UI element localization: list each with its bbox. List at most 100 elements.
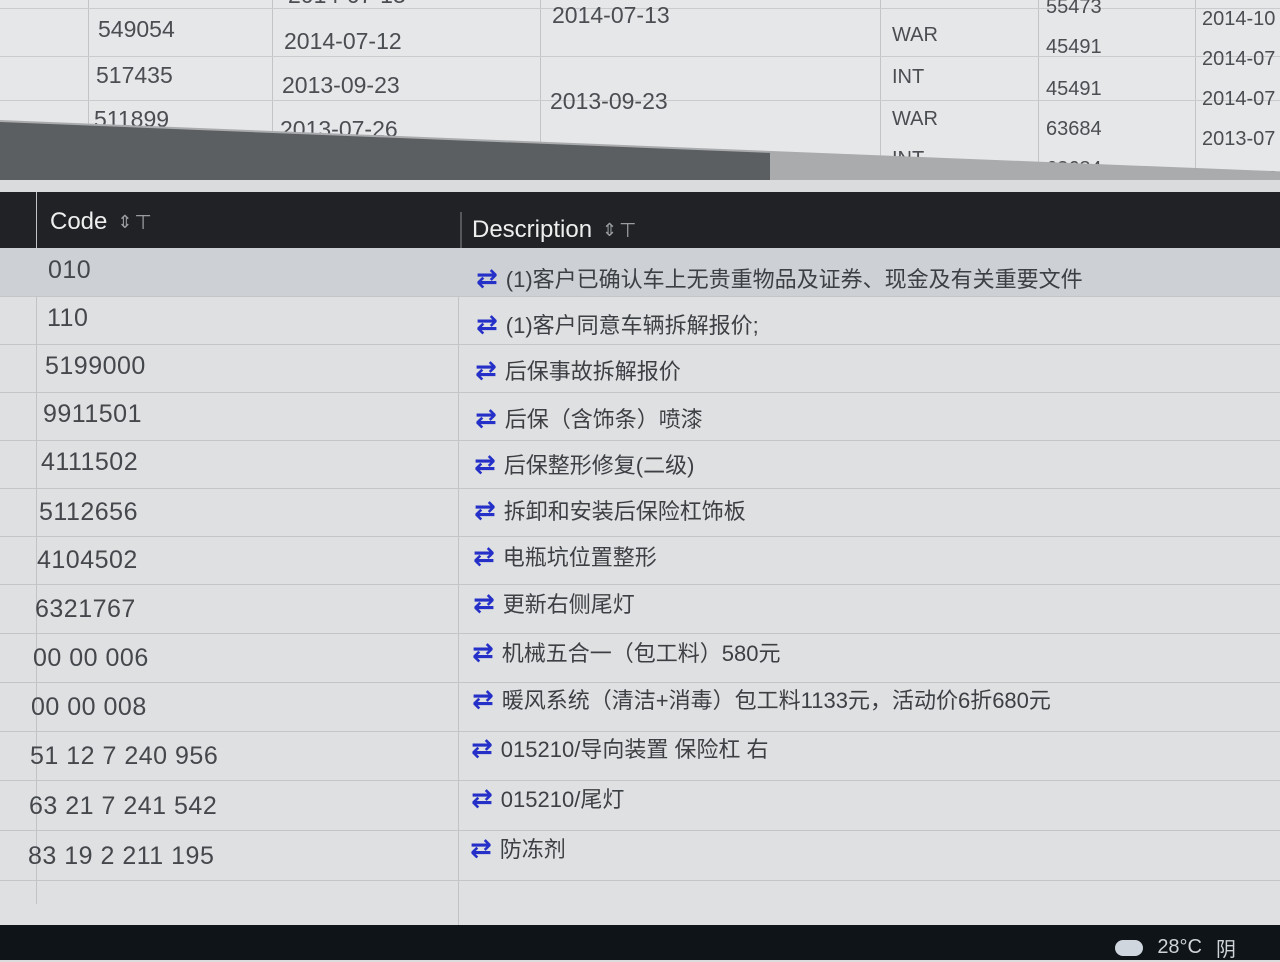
column-header-description[interactable]: Description ⇕ ⊤ — [472, 210, 637, 250]
swap-arrows-icon[interactable]: ⇄ — [474, 497, 496, 523]
cell-description: ⇄ (1)客户同意车辆拆解报价; — [476, 308, 759, 340]
cell-code: 00 00 008 — [31, 693, 147, 721]
swap-arrows-icon[interactable]: ⇄ — [471, 785, 493, 811]
description-text: 更新右侧尾灯 — [502, 592, 635, 617]
description-text: 015210/导向装置 保险杠 右 — [500, 737, 769, 762]
cell-code: 4111502 — [41, 448, 139, 476]
cell-type[interactable]: WAR — [892, 108, 938, 131]
filter-icon[interactable]: ⊤ — [619, 218, 636, 243]
table-row[interactable]: 5199000 ⇄ 后保事故拆解报价 — [0, 344, 1280, 393]
swap-arrows-icon[interactable]: ⇄ — [475, 357, 497, 383]
table-row[interactable]: 4104502 ⇄ 电瓶坑位置整形 — [0, 536, 1280, 585]
description-text: 后保事故拆解报价 — [504, 359, 681, 384]
cell-date[interactable]: 2013-07 — [1202, 128, 1275, 151]
sort-icon[interactable]: ⇕ — [602, 220, 617, 241]
swap-arrows-icon[interactable]: ⇄ — [475, 405, 497, 431]
cell-code: 5112656 — [39, 498, 138, 526]
column-resize-handle[interactable] — [460, 212, 462, 252]
table-row[interactable]: 010 ⇄ (1)客户已确认车上无贵重物品及证券、现金及有关重要文件 — [0, 248, 1280, 297]
cell-date[interactable]: 2014-07 — [1202, 88, 1275, 111]
description-text: 拆卸和安装后保险杠饰板 — [503, 499, 746, 524]
cell-date[interactable]: 2013-09-23 — [550, 88, 668, 115]
table-header: Code ⇕ ⊤ Description ⇕ ⊤ — [0, 192, 1280, 252]
table-row[interactable]: 9911501 ⇄ 后保（含饰条）喷漆 — [0, 392, 1280, 441]
description-text: (1)客户同意车辆拆解报价; — [505, 313, 759, 338]
table-row[interactable]: 110 ⇄ (1)客户同意车辆拆解报价; — [0, 296, 1280, 345]
cell-description: ⇄ 机械五合一（包工料）580元 — [472, 636, 781, 668]
swap-arrows-icon[interactable]: ⇄ — [476, 265, 498, 291]
table-row[interactable]: 00 00 008 ⇄ 暖风系统（清洁+消毒）包工料1133元，活动价6折680… — [0, 683, 1280, 732]
filter-icon[interactable]: ⊤ — [134, 210, 151, 235]
cell-code: 9911501 — [43, 400, 142, 428]
cell-code: 83 19 2 211 195 — [28, 842, 215, 870]
column-header-code[interactable]: Code ⇕ ⊤ — [50, 202, 152, 242]
swap-arrows-icon[interactable]: ⇄ — [473, 590, 495, 616]
cell-description: ⇄ 015210/尾灯 — [471, 782, 624, 814]
cell-code: 63 21 7 241 542 — [29, 792, 218, 820]
cell-code: 00 00 006 — [33, 644, 149, 672]
description-text: 机械五合一（包工料）580元 — [501, 641, 781, 666]
cell-code: 6321767 — [35, 595, 136, 623]
swap-arrows-icon[interactable]: ⇄ — [470, 835, 492, 861]
cell-description: ⇄ 后保整形修复(二级) — [474, 448, 694, 480]
temperature: 28°C — [1157, 936, 1202, 958]
cell-code: 51 12 7 240 956 — [30, 742, 219, 770]
swap-arrows-icon[interactable]: ⇄ — [473, 543, 495, 569]
weather-widget[interactable]: 28°C 阴 — [1115, 933, 1236, 962]
cell-code: 110 — [47, 304, 89, 332]
swap-arrows-icon[interactable]: ⇄ — [471, 735, 493, 761]
cell-description: ⇄ 后保（含饰条）喷漆 — [475, 402, 703, 434]
table-row[interactable]: 4111502 ⇄ 后保整形修复(二级) — [0, 440, 1280, 489]
cell-description: ⇄ 拆卸和安装后保险杠饰板 — [474, 494, 746, 526]
cell-type[interactable]: INT — [892, 66, 924, 89]
swap-arrows-icon[interactable]: ⇄ — [472, 639, 494, 665]
cell-code[interactable]: 517435 — [96, 62, 173, 89]
weather-condition: 阴 — [1216, 939, 1236, 961]
cell-code[interactable]: 549054 — [98, 16, 175, 43]
column-header-label: Code — [50, 208, 108, 235]
cell-description: ⇄ 防冻剂 — [470, 832, 566, 864]
cell-description: ⇄ (1)客户已确认车上无贵重物品及证券、现金及有关重要文件 — [476, 262, 1083, 294]
table-row[interactable]: 5112656 ⇄ 拆卸和安装后保险杠饰板 — [0, 488, 1280, 537]
cell-code: 010 — [48, 256, 92, 284]
description-text: (1)客户已确认车上无贵重物品及证券、现金及有关重要文件 — [505, 267, 1083, 292]
column-divider — [880, 0, 881, 180]
description-text: 后保整形修复(二级) — [503, 453, 695, 478]
cell-date[interactable]: 2014-07-12 — [284, 28, 402, 55]
description-text: 电瓶坑位置整形 — [502, 545, 657, 570]
swap-arrows-icon[interactable]: ⇄ — [476, 311, 498, 337]
cell-code: 4104502 — [37, 546, 138, 574]
cell-description: ⇄ 015210/导向装置 保险杠 右 — [471, 732, 769, 764]
swap-arrows-icon[interactable]: ⇄ — [474, 451, 496, 477]
description-text: 015210/尾灯 — [500, 787, 625, 812]
table-row[interactable]: 51 12 7 240 956 ⇄ 015210/导向装置 保险杠 右 — [0, 732, 1280, 781]
cell-type[interactable]: WAR — [892, 24, 938, 47]
upper-table: 2014-07-13 55473 2014-10 549054 2014-07-… — [0, 0, 1280, 180]
table-row[interactable]: 63 21 7 241 542 ⇄ 015210/尾灯 — [0, 782, 1280, 831]
cell-description: ⇄ 更新右侧尾灯 — [473, 587, 635, 619]
cell-code: 5199000 — [45, 352, 146, 380]
swap-arrows-icon[interactable]: ⇄ — [472, 686, 494, 712]
cell-description: ⇄ 电瓶坑位置整形 — [473, 540, 657, 572]
table-row[interactable]: 00 00 006 ⇄ 机械五合一（包工料）580元 — [0, 634, 1280, 683]
cell-number[interactable]: 45491 — [1046, 78, 1102, 101]
cell-description: ⇄ 后保事故拆解报价 — [475, 354, 681, 386]
code-description-table: Code ⇕ ⊤ Description ⇕ ⊤ 010 ⇄ (1)客户已确认车… — [0, 192, 1280, 960]
cell-number[interactable]: 45491 — [1046, 36, 1102, 59]
description-text: 暖风系统（清洁+消毒）包工料1133元，活动价6折680元 — [501, 688, 1051, 713]
column-divider — [1195, 0, 1196, 180]
cell-number: 55473 — [1046, 0, 1102, 18]
cell-date[interactable]: 2013-09-23 — [282, 72, 400, 99]
cell-date: 2014-10 — [1202, 8, 1276, 30]
cell-date[interactable]: 2014-07 — [1202, 48, 1275, 71]
cloud-icon — [1115, 939, 1144, 956]
cell-date[interactable]: 2014-07-13 — [552, 2, 670, 29]
cell-date: 2014-07-13 — [288, 0, 406, 9]
sort-icon[interactable]: ⇕ — [117, 212, 132, 233]
column-divider — [1038, 0, 1039, 180]
table-row[interactable]: 6321767 ⇄ 更新右侧尾灯 — [0, 585, 1280, 634]
table-row[interactable]: 83 19 2 211 195 ⇄ 防冻剂 — [0, 832, 1280, 881]
cell-description: ⇄ 暖风系统（清洁+消毒）包工料1133元，活动价6折680元 — [472, 683, 1051, 715]
column-header-label: Description — [472, 216, 593, 243]
cell-number[interactable]: 63684 — [1046, 118, 1102, 141]
